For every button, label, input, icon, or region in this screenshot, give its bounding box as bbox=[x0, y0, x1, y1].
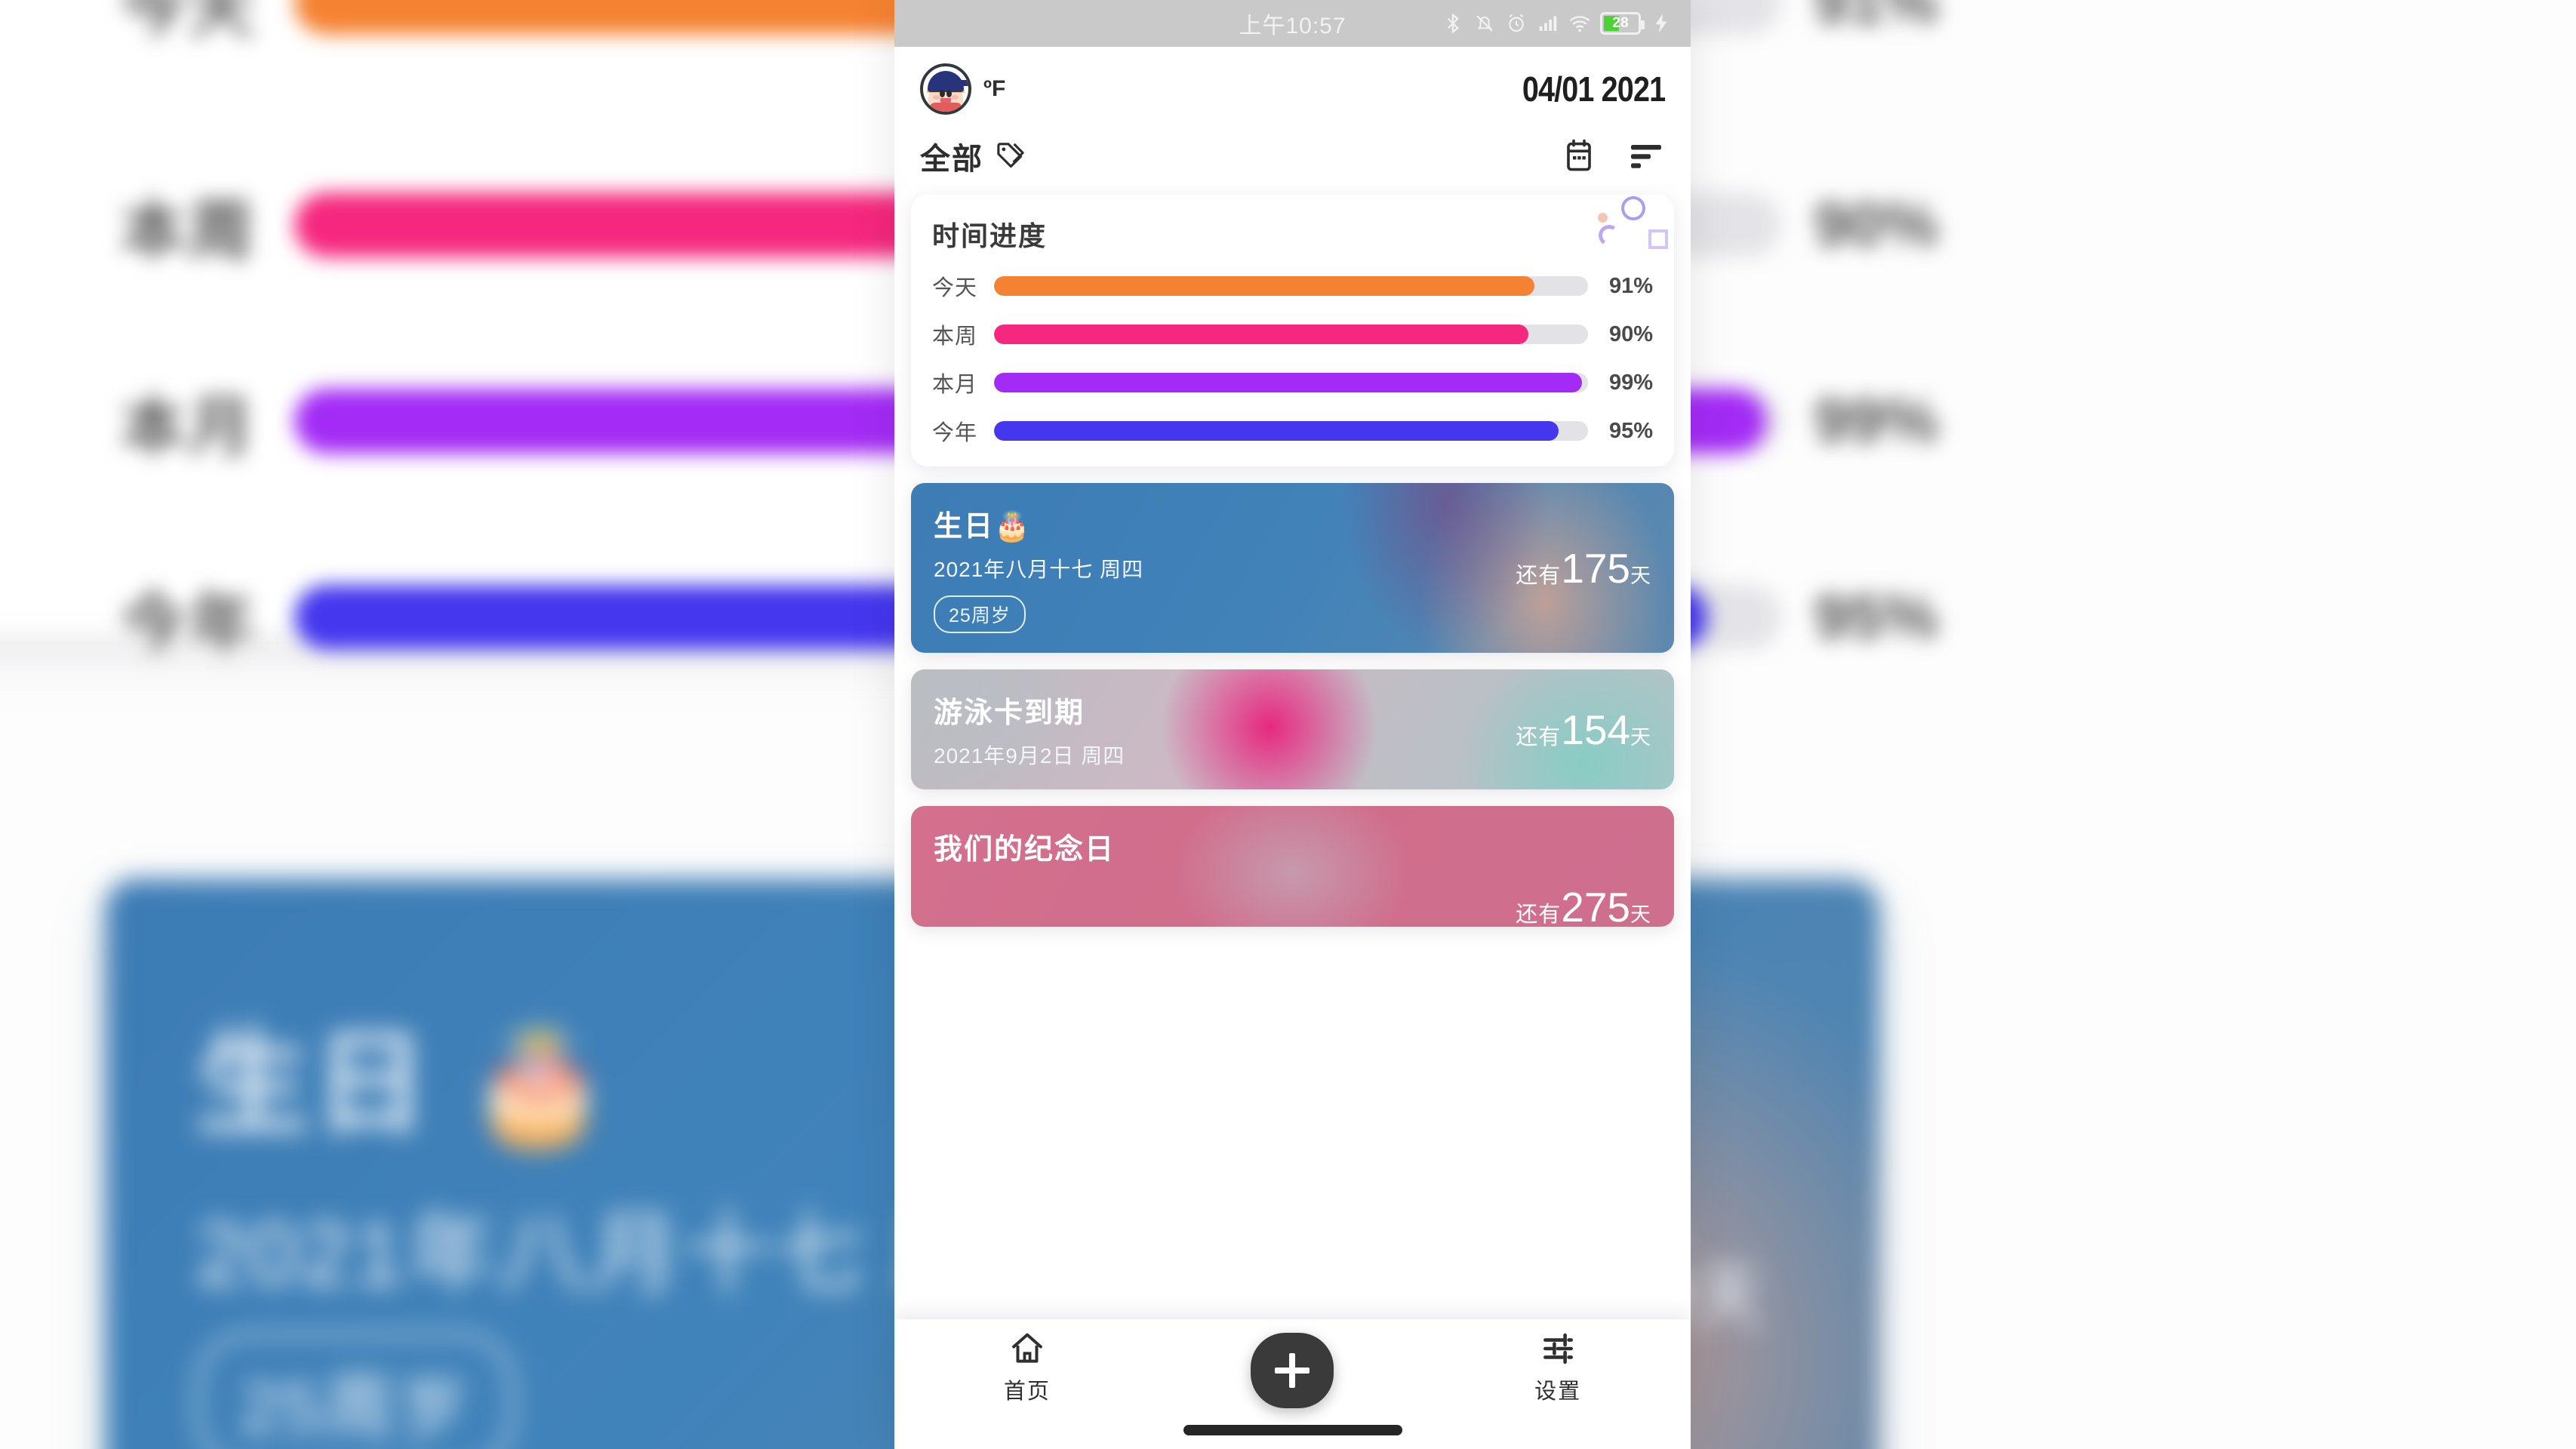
decoration-ring-icon bbox=[1621, 196, 1645, 220]
backdrop-row-percent: 99% bbox=[1814, 386, 1939, 455]
filter-right-group bbox=[1561, 138, 1665, 174]
nav-item-settings-label: 设置 bbox=[1534, 1380, 1582, 1404]
nav-item-add[interactable] bbox=[1224, 1330, 1360, 1408]
app-header: ºF 04/01 2021 bbox=[894, 47, 1691, 115]
status-bar: 上午10:57 28 bbox=[894, 0, 1691, 47]
sort-icon[interactable] bbox=[1627, 140, 1665, 173]
filter-left-group[interactable]: 全部 bbox=[920, 134, 1027, 178]
countdown-number: 275 bbox=[1561, 884, 1630, 927]
event-card-swim-pass[interactable]: 游泳卡到期 2021年9月2日 周四 还有154天 bbox=[911, 669, 1674, 789]
nav-item-settings[interactable]: 设置 bbox=[1490, 1330, 1626, 1405]
event-countdown: 还有175天 bbox=[1516, 544, 1651, 592]
backdrop-birthday-badge: 25周岁 bbox=[196, 1332, 514, 1449]
plus-icon bbox=[1275, 1353, 1310, 1388]
filter-bar: 全部 bbox=[894, 115, 1691, 190]
avatar-collar bbox=[929, 103, 962, 112]
countdown-prefix: 还有 bbox=[1516, 563, 1562, 588]
bell-off-icon bbox=[1476, 15, 1493, 32]
event-badge: 25周岁 bbox=[934, 595, 1026, 633]
event-countdown: 还有154天 bbox=[1516, 706, 1651, 754]
countdown-suffix: 天 bbox=[1630, 725, 1651, 749]
progress-row-label: 本周 bbox=[932, 325, 978, 349]
home-indicator[interactable] bbox=[1183, 1425, 1402, 1435]
progress-row-week: 本周 90% bbox=[932, 318, 1653, 350]
event-list: 生日🎂 2021年八月十七 周四 25周岁 还有175天 游泳卡到期 2021年… bbox=[911, 483, 1674, 927]
backdrop-row-label: 今年 bbox=[121, 587, 257, 660]
home-icon bbox=[1011, 1333, 1042, 1363]
signal-icon bbox=[1539, 16, 1557, 31]
filter-label[interactable]: 全部 bbox=[920, 134, 983, 178]
progress-row-month: 本月 99% bbox=[932, 367, 1653, 398]
countdown-number: 175 bbox=[1561, 544, 1630, 592]
decoration-square-icon bbox=[1648, 229, 1668, 249]
event-card-birthday[interactable]: 生日🎂 2021年八月十七 周四 25周岁 还有175天 bbox=[911, 483, 1674, 653]
battery-icon: 28 bbox=[1600, 12, 1645, 35]
progress-row-percent: 99% bbox=[1608, 370, 1653, 395]
status-bar-clock: 上午10:57 bbox=[1239, 14, 1346, 38]
progress-row-fill bbox=[994, 325, 1529, 344]
countdown-prefix: 还有 bbox=[1516, 724, 1562, 749]
backdrop-row-label: 本周 bbox=[121, 195, 257, 267]
time-progress-card[interactable]: 时间进度 今天 91% 本周 90% 本月 99% 今年 95% bbox=[911, 195, 1674, 466]
header-left-group: ºF bbox=[920, 63, 1005, 115]
tag-icon[interactable] bbox=[994, 140, 1027, 173]
countdown-number: 154 bbox=[1561, 706, 1630, 753]
progress-row-fill bbox=[994, 276, 1535, 296]
progress-row-track bbox=[994, 373, 1588, 392]
nav-item-home[interactable]: 首页 bbox=[959, 1330, 1095, 1405]
backdrop-birthday-title: 生日 🎂 bbox=[196, 1020, 614, 1147]
progress-row-label: 今天 bbox=[932, 276, 978, 300]
progress-row-percent: 90% bbox=[1608, 321, 1653, 346]
progress-row-fill bbox=[994, 373, 1583, 392]
wifi-icon bbox=[1569, 16, 1590, 32]
sliders-icon bbox=[1543, 1333, 1574, 1364]
bluetooth-icon bbox=[1447, 13, 1459, 34]
temperature-unit-label[interactable]: ºF bbox=[983, 76, 1005, 102]
progress-row-percent: 91% bbox=[1608, 273, 1653, 298]
add-button[interactable] bbox=[1251, 1333, 1334, 1408]
decoration-dot-icon bbox=[1598, 213, 1608, 223]
event-title: 我们的纪念日 bbox=[934, 834, 1116, 866]
current-date: 04/01 2021 bbox=[1522, 69, 1666, 109]
backdrop-birthday-date: 2021年八月十七 周 bbox=[196, 1204, 987, 1304]
countdown-suffix: 天 bbox=[1630, 903, 1651, 926]
charging-bolt-icon bbox=[1655, 14, 1667, 33]
event-card-anniversary[interactable]: 我们的纪念日 还有275天 bbox=[911, 806, 1674, 927]
event-title: 生日🎂 bbox=[934, 511, 1032, 543]
backdrop-row-percent: 91% bbox=[1814, 0, 1939, 36]
backdrop-row-label: 本月 bbox=[121, 391, 257, 463]
countdown-suffix: 天 bbox=[1630, 564, 1651, 587]
avatar[interactable] bbox=[920, 63, 971, 115]
time-progress-title: 时间进度 bbox=[932, 220, 1048, 251]
alarm-icon bbox=[1509, 14, 1524, 32]
progress-row-track bbox=[994, 276, 1588, 296]
progress-row-percent: 95% bbox=[1608, 418, 1653, 443]
phone-screen: 上午10:57 28 ºF 04/01 2021 全部 时间进度 今天 91% … bbox=[894, 0, 1691, 1449]
progress-row-label: 今年 bbox=[932, 421, 978, 445]
progress-row-label: 本月 bbox=[932, 373, 978, 397]
backdrop-countdown-suffix: 天 bbox=[1692, 1257, 1766, 1337]
nav-item-home-label: 首页 bbox=[1003, 1380, 1051, 1404]
backdrop-row-percent: 95% bbox=[1814, 582, 1939, 651]
backdrop-row-percent: 90% bbox=[1814, 189, 1939, 259]
progress-row-today: 今天 91% bbox=[932, 270, 1653, 302]
progress-row-track bbox=[994, 325, 1588, 344]
progress-row-fill bbox=[994, 421, 1559, 441]
backdrop-row-label: 今天 bbox=[121, 0, 257, 45]
status-bar-system-icons: 28 bbox=[1442, 0, 1673, 47]
progress-row-year: 今年 95% bbox=[932, 415, 1653, 447]
progress-row-track bbox=[994, 421, 1588, 441]
calendar-icon[interactable] bbox=[1561, 138, 1597, 174]
event-countdown: 还有275天 bbox=[1516, 883, 1651, 927]
battery-level-text: 28 bbox=[1612, 15, 1629, 31]
countdown-prefix: 还有 bbox=[1516, 903, 1562, 927]
avatar-cap-brim bbox=[946, 80, 968, 86]
bottom-navigation-bar: 首页 设置 bbox=[894, 1319, 1691, 1449]
